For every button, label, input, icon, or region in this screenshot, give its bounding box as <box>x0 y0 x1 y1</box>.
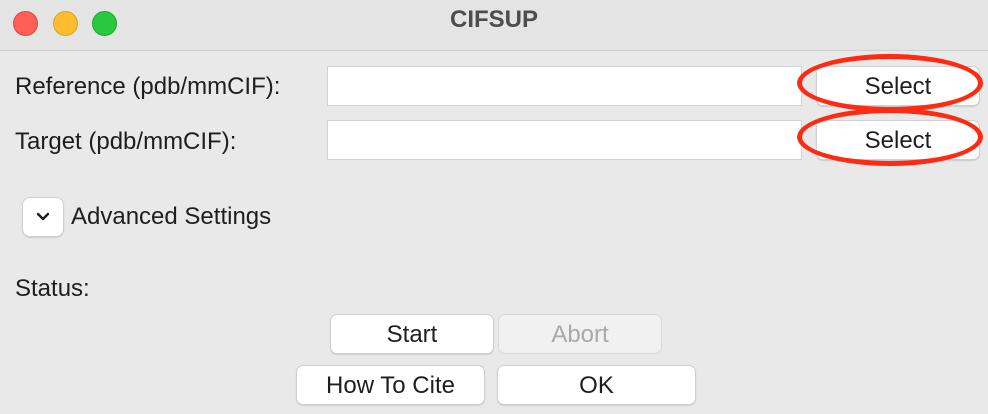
target-select-button[interactable]: Select <box>816 120 980 160</box>
target-file-input[interactable] <box>327 120 802 160</box>
how-to-cite-button[interactable]: How To Cite <box>296 365 485 405</box>
reference-select-button[interactable]: Select <box>816 66 980 106</box>
chevron-down-icon <box>36 212 50 221</box>
title-bar[interactable]: CIFSUP <box>0 0 988 51</box>
window-title: CIFSUP <box>449 6 538 33</box>
start-button[interactable]: Start <box>330 314 494 354</box>
status-label: Status: <box>15 275 90 302</box>
ok-button[interactable]: OK <box>497 365 696 405</box>
reference-label: Reference (pdb/mmCIF): <box>15 73 281 100</box>
advanced-settings-toggle[interactable] <box>22 197 64 237</box>
abort-button[interactable]: Abort <box>498 314 662 354</box>
reference-file-input[interactable] <box>327 66 802 106</box>
target-label: Target (pdb/mmCIF): <box>15 128 237 155</box>
advanced-settings-label[interactable]: Advanced Settings <box>71 203 271 231</box>
